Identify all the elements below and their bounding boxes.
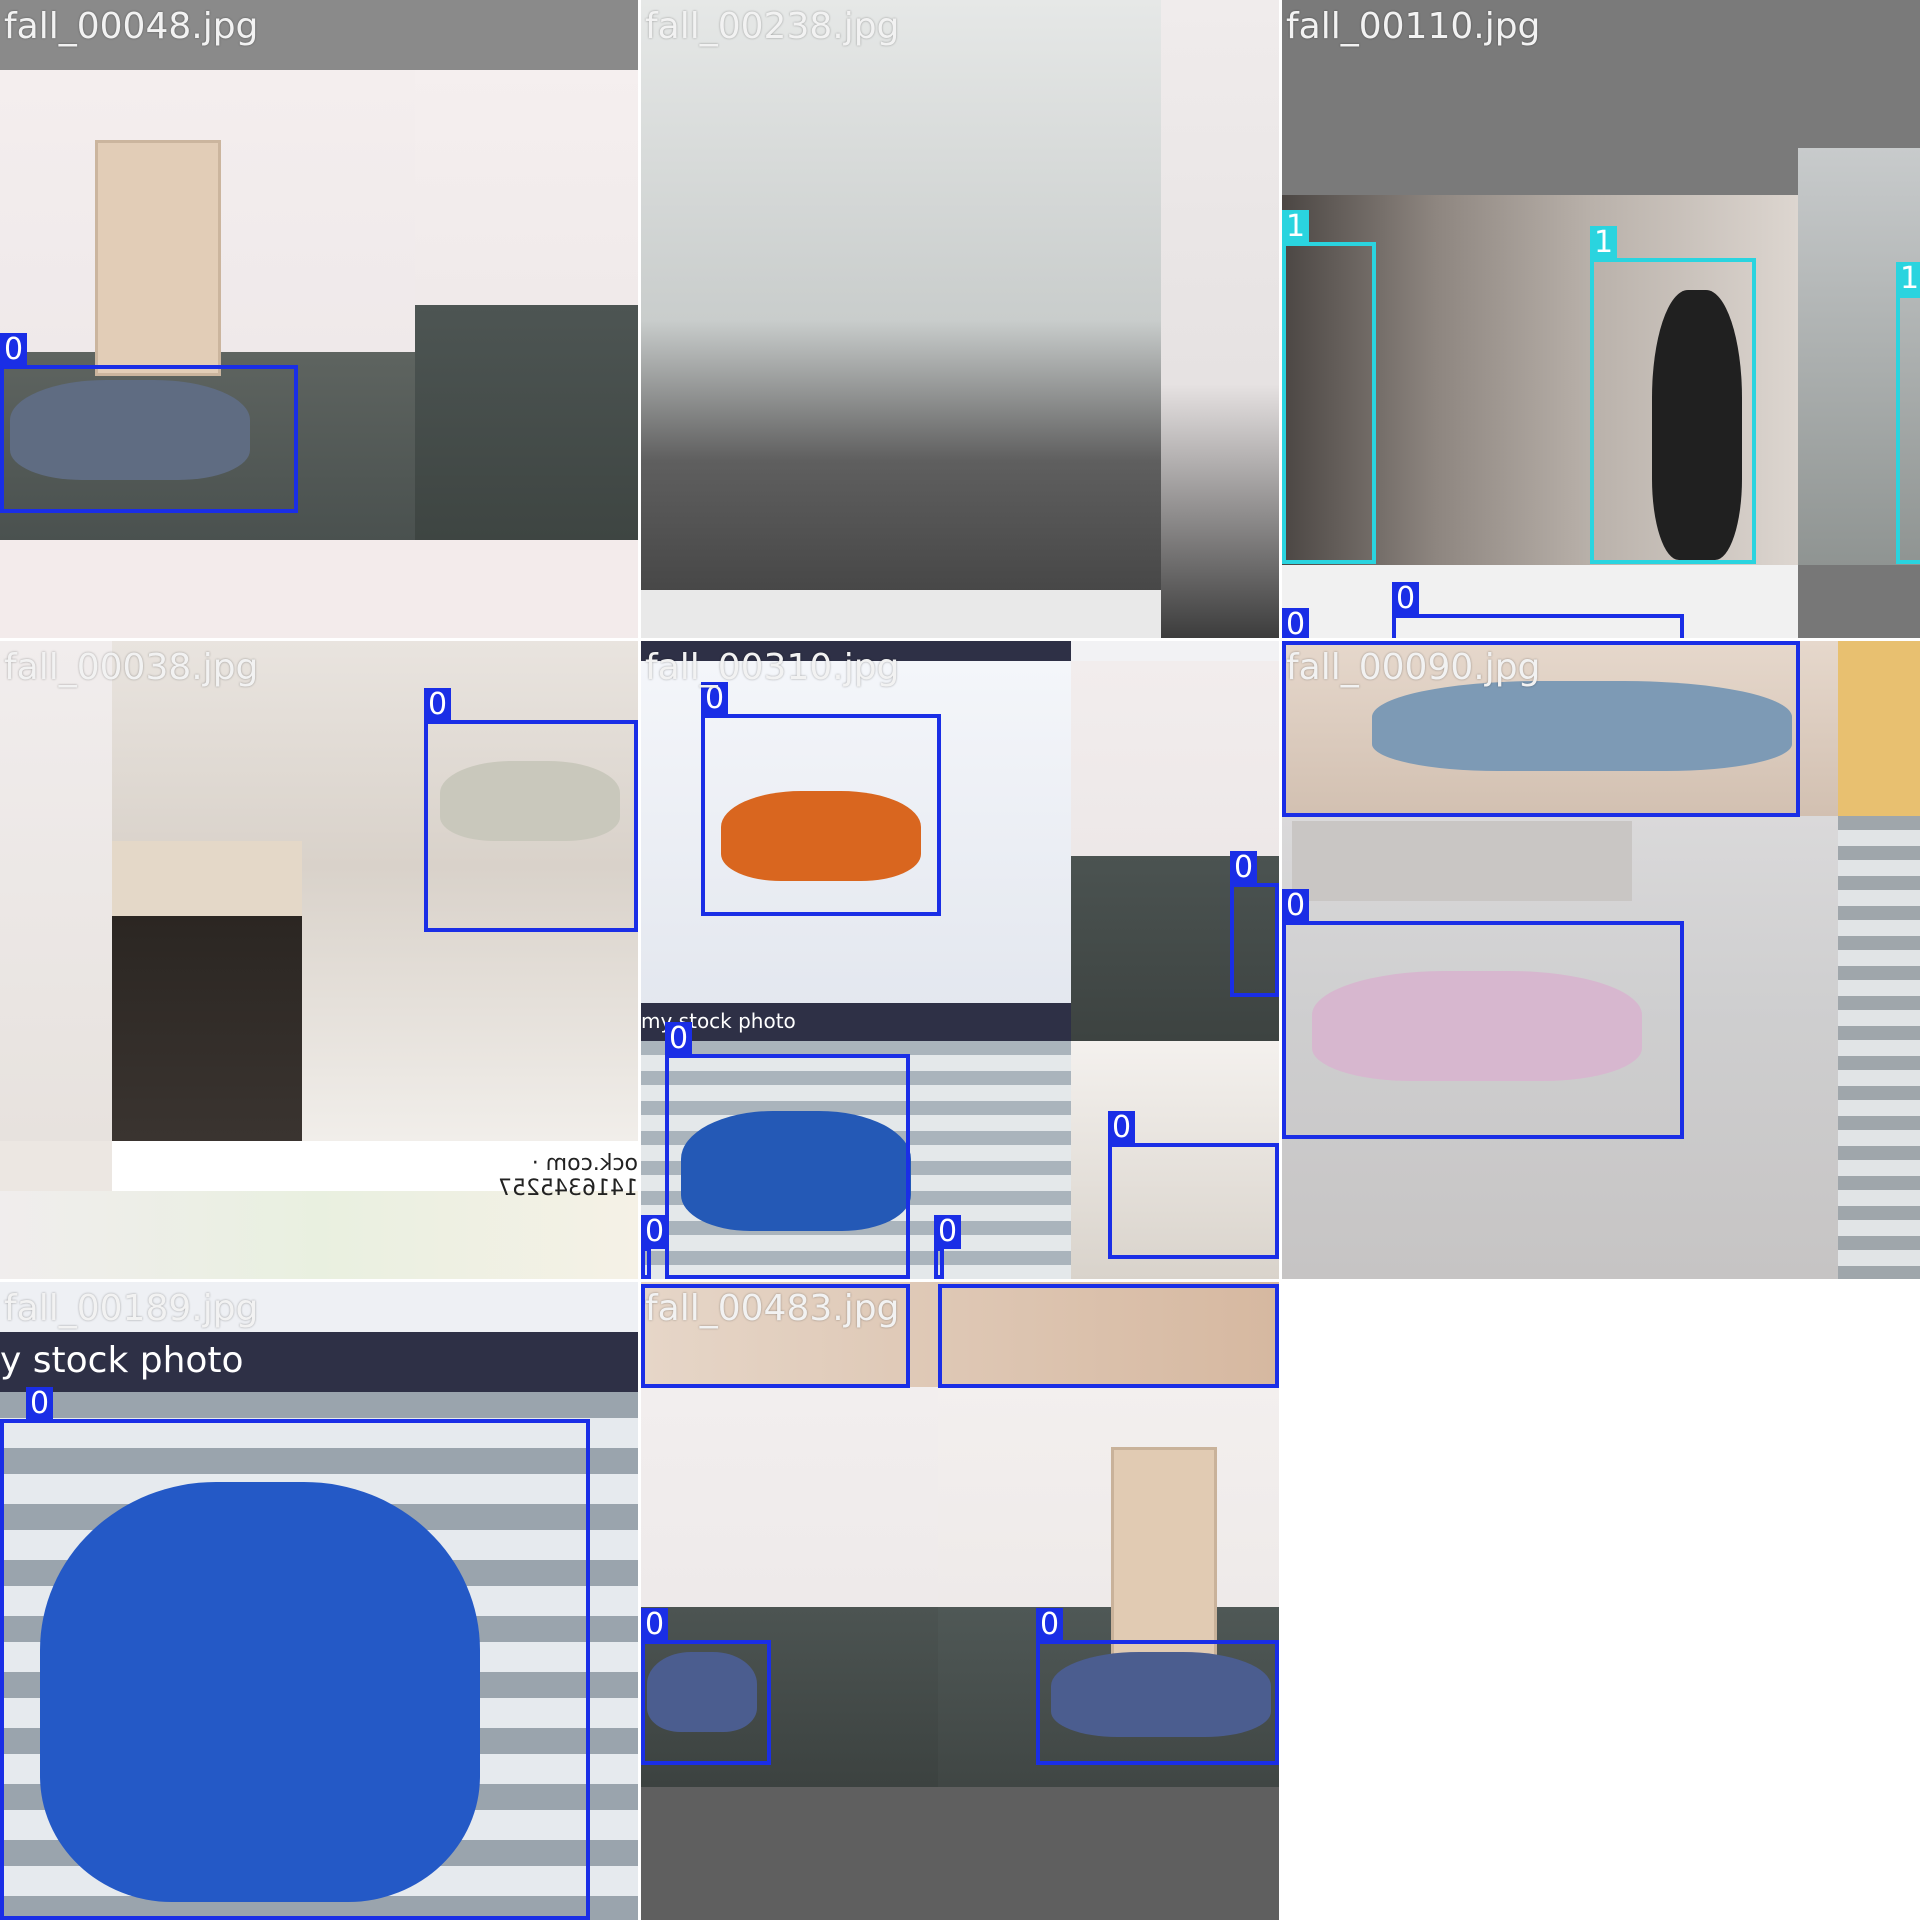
class-label: 0 (1392, 582, 1420, 616)
mosaic-tile-1: fall_00048.jpg 0 (0, 0, 638, 638)
sofa (1292, 821, 1632, 901)
detection-box: 1 (1282, 210, 1376, 564)
detection-box: 0 (1392, 582, 1684, 638)
detection-box: 1 (1590, 226, 1756, 564)
class-label: 0 (1036, 1608, 1064, 1642)
detection-box: 0 (1230, 851, 1279, 997)
watermark-text: ock.com · 1416345257 (498, 1151, 638, 1201)
mosaic-tile-5: my stock photo fall_00310.jpg 0 0 0 0 0 … (641, 641, 1279, 1279)
watermark-text: y stock photo (0, 1340, 244, 1381)
table (112, 841, 302, 1141)
class-label: 0 (1282, 608, 1310, 638)
door (95, 140, 221, 376)
class-label: 1 (1282, 210, 1310, 244)
class-label: 0 (26, 1387, 54, 1421)
photo-background (1838, 641, 1920, 816)
detection-box: 0 (0, 1387, 590, 1920)
class-label: 1 (1896, 262, 1920, 296)
photo-background (0, 1191, 638, 1279)
detection-box: 0 (1282, 889, 1684, 1139)
detection-box: 0 (701, 682, 941, 916)
detection-box: 0 (641, 1215, 669, 1279)
detection-box: 0 (1108, 1111, 1279, 1259)
photo-background (415, 70, 638, 540)
class-label: 0 (641, 1608, 669, 1642)
filename-label: fall_00038.jpg (4, 647, 259, 688)
detection-box: 0 (1036, 1608, 1279, 1765)
floor-pattern (641, 590, 1161, 638)
class-label: 0 (934, 1215, 962, 1249)
filename-label: fall_00238.jpg (645, 6, 900, 47)
filename-label: fall_00189.jpg (4, 1288, 259, 1329)
photo-background (0, 641, 112, 1141)
class-label: 0 (0, 333, 28, 367)
class-label: 0 (1230, 851, 1258, 885)
door (1111, 1447, 1217, 1663)
mosaic-tile-8: fall_00483.jpg 0 0 (641, 1282, 1279, 1920)
class-label: 0 (641, 1215, 669, 1249)
photo-background (641, 0, 1161, 638)
class-label: 0 (424, 688, 452, 722)
filename-label: fall_00483.jpg (645, 1288, 900, 1329)
detection-box: 0 (665, 1022, 910, 1279)
filename-label: fall_00048.jpg (4, 6, 259, 47)
class-label: 1 (1590, 226, 1618, 260)
photo-background (0, 540, 638, 638)
detection-box: 0 (0, 333, 298, 513)
mosaic-tile-2: fall_00238.jpg (641, 0, 1279, 638)
filename-label: fall_00310.jpg (645, 647, 900, 688)
class-label: 0 (1108, 1111, 1136, 1145)
detection-box (938, 1284, 1279, 1388)
photo-background (1161, 0, 1279, 638)
photo-background (1838, 816, 1920, 1279)
class-label: 0 (665, 1022, 693, 1056)
detection-box: 0 (424, 688, 638, 932)
detection-box: 0 (641, 1608, 771, 1765)
photo-background (641, 1787, 1279, 1920)
mosaic-tile-7: y stock photo fall_00189.jpg 0 (0, 1282, 638, 1920)
detection-box: 0 (934, 1215, 962, 1279)
detection-box: 1 (1896, 262, 1920, 564)
mosaic-tile-4: ock.com · 1416345257 fall_00038.jpg 0 (0, 641, 638, 1279)
filename-label: fall_00110.jpg (1286, 6, 1541, 47)
detection-box (1282, 641, 1800, 817)
mosaic-tile-3: fall_00110.jpg 1 1 1 0 0 (1282, 0, 1920, 638)
class-label: 0 (1282, 889, 1310, 923)
